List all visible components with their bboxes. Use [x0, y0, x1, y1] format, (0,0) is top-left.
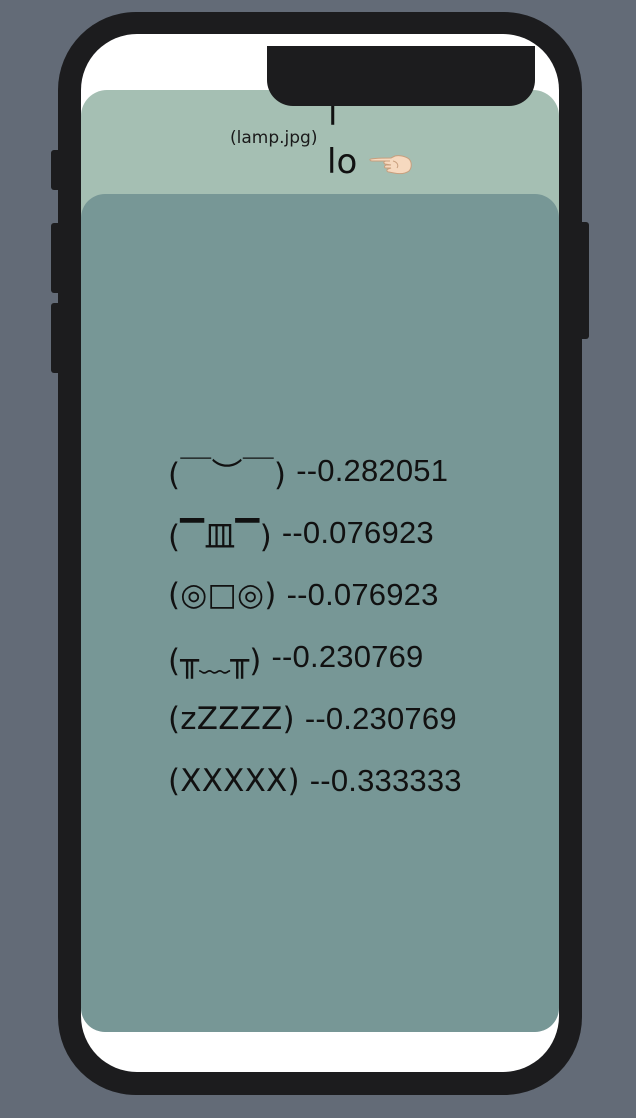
image-caption: (lamp.jpg) [230, 128, 318, 148]
result-label: (╥﹏╥) [168, 642, 262, 679]
result-label: (zZZZZ) [168, 701, 295, 737]
notch [267, 46, 535, 106]
result-label: (￣︶￣) [168, 456, 287, 493]
result-score: --0.230769 [271, 639, 424, 674]
result-score: --0.333333 [309, 763, 462, 798]
title-line-2: lo [327, 142, 358, 182]
results-card: (￣︶￣) --0.282051 (▔皿▔) --0.076923 (◎□◎) … [81, 194, 559, 1032]
result-score: --0.076923 [286, 577, 439, 612]
result-score: --0.076923 [281, 515, 434, 550]
result-row: (◎□◎) --0.076923 [168, 564, 462, 626]
result-score: --0.282051 [296, 453, 449, 488]
simulator-stage: (lamp.jpg) l lo (￣︶￣) --0.282051 (▔皿▔) -… [0, 0, 636, 1118]
results-list: (￣︶￣) --0.282051 (▔皿▔) --0.076923 (◎□◎) … [168, 440, 462, 812]
result-label: (XXXXX) [168, 763, 300, 799]
result-row: (▔皿▔) --0.076923 [168, 502, 462, 564]
result-label: (◎□◎) [168, 577, 277, 613]
result-row: (zZZZZ) --0.230769 [168, 688, 462, 750]
phone-screen: (lamp.jpg) l lo (￣︶￣) --0.282051 (▔皿▔) -… [81, 34, 559, 1072]
result-score: --0.230769 [304, 701, 457, 736]
result-label: (▔皿▔) [168, 518, 272, 555]
hand-pointing-left-icon [369, 155, 412, 175]
result-row: (╥﹏╥) --0.230769 [168, 626, 462, 688]
result-row: (￣︶￣) --0.282051 [168, 440, 462, 502]
result-row: (XXXXX) --0.333333 [168, 750, 462, 812]
